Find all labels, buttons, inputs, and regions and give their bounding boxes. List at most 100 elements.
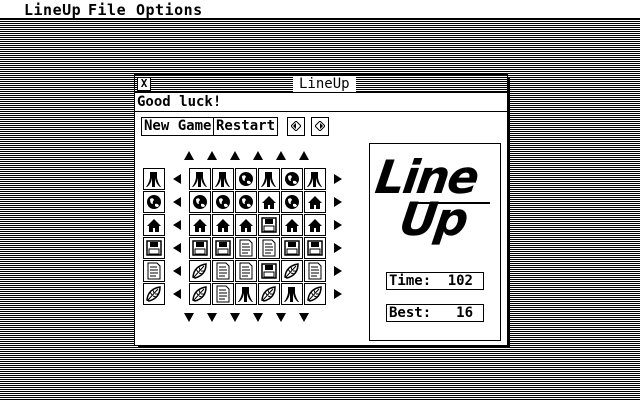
globe-icon	[193, 195, 207, 209]
shift-left-arrow[interactable]	[166, 214, 188, 236]
shift-down-arrow[interactable]	[293, 306, 315, 328]
tile-globe-icon[interactable]	[212, 191, 234, 213]
shift-down-arrow[interactable]	[224, 306, 246, 328]
shift-right-arrow[interactable]	[327, 214, 349, 236]
tile-house-icon[interactable]	[258, 191, 280, 213]
diamond-right-icon	[315, 121, 325, 131]
shift-right-arrow[interactable]	[327, 260, 349, 282]
shift-left-arrow[interactable]	[166, 237, 188, 259]
close-box[interactable]: X	[137, 77, 151, 91]
tile-floppy-disk-icon[interactable]	[304, 237, 326, 259]
tile-leaf-icon[interactable]	[189, 283, 211, 305]
shift-right-arrow[interactable]	[327, 191, 349, 213]
tile-atari-logo-icon[interactable]	[143, 168, 165, 190]
tile-atari-logo-icon[interactable]	[258, 168, 280, 190]
tile-floppy-disk-icon[interactable]	[143, 237, 165, 259]
menu-bar: LineUp File Options	[0, 0, 640, 19]
shift-up-arrow[interactable]	[224, 145, 246, 167]
shift-up-arrow[interactable]	[247, 145, 269, 167]
status-message: Good luck!	[137, 94, 222, 110]
shift-up-arrow[interactable]	[178, 145, 200, 167]
new-game-button[interactable]: New Game	[141, 117, 215, 136]
shift-down-arrow[interactable]	[178, 306, 200, 328]
shift-left-arrow[interactable]	[166, 260, 188, 282]
logo-up: Up	[396, 192, 471, 246]
menu-options[interactable]: Options	[136, 1, 203, 19]
tile-document-icon[interactable]	[235, 237, 257, 259]
house-icon	[239, 219, 253, 232]
tile-floppy-disk-icon[interactable]	[258, 214, 280, 236]
tile-atari-logo-icon[interactable]	[235, 283, 257, 305]
shift-up-arrow[interactable]	[201, 145, 223, 167]
tile-globe-icon[interactable]	[281, 191, 303, 213]
best-label: Best:	[389, 305, 432, 321]
tile-atari-logo-icon[interactable]	[281, 283, 303, 305]
best-value: 16	[456, 305, 473, 321]
tile-house-icon[interactable]	[304, 191, 326, 213]
tile-floppy-disk-icon[interactable]	[258, 260, 280, 282]
tile-atari-logo-icon[interactable]	[212, 168, 234, 190]
document-icon	[147, 262, 161, 280]
score-panel: Line Up Time: 102 Best: 16	[369, 143, 501, 341]
tile-leaf-icon[interactable]	[304, 283, 326, 305]
menu-file[interactable]: File	[88, 1, 126, 19]
shift-down-arrow[interactable]	[247, 306, 269, 328]
shift-up-arrow[interactable]	[293, 145, 315, 167]
atari-logo-icon	[307, 172, 322, 187]
tile-atari-logo-icon[interactable]	[189, 168, 211, 190]
tile-house-icon[interactable]	[212, 214, 234, 236]
tile-floppy-disk-icon[interactable]	[281, 237, 303, 259]
tile-document-icon[interactable]	[212, 283, 234, 305]
atari-logo-icon	[261, 172, 276, 187]
shift-left-arrow[interactable]	[166, 283, 188, 305]
tile-house-icon[interactable]	[304, 214, 326, 236]
tile-leaf-icon[interactable]	[281, 260, 303, 282]
shift-right-arrow[interactable]	[327, 168, 349, 190]
tile-globe-icon[interactable]	[235, 191, 257, 213]
tile-globe-icon[interactable]	[281, 168, 303, 190]
globe-icon	[216, 195, 230, 209]
redo-button[interactable]	[311, 117, 329, 136]
atari-logo-icon	[192, 172, 207, 187]
leaf-icon	[192, 286, 207, 302]
tile-globe-icon[interactable]	[235, 168, 257, 190]
restart-button[interactable]: Restart	[213, 117, 279, 136]
shift-right-arrow[interactable]	[327, 283, 349, 305]
tile-house-icon[interactable]	[189, 214, 211, 236]
leaf-icon	[307, 286, 322, 302]
tile-document-icon[interactable]	[212, 260, 234, 282]
tile-floppy-disk-icon[interactable]	[189, 237, 211, 259]
undo-button[interactable]	[287, 117, 305, 136]
tile-house-icon[interactable]	[235, 214, 257, 236]
tile-document-icon[interactable]	[258, 237, 280, 259]
shift-up-arrow[interactable]	[270, 145, 292, 167]
tile-leaf-icon[interactable]	[189, 260, 211, 282]
tile-house-icon[interactable]	[281, 214, 303, 236]
document-icon	[239, 262, 253, 280]
tile-leaf-icon[interactable]	[258, 283, 280, 305]
document-icon	[239, 239, 253, 257]
floppy-disk-icon	[261, 217, 277, 233]
shift-left-arrow[interactable]	[166, 191, 188, 213]
tile-atari-logo-icon[interactable]	[304, 168, 326, 190]
shift-left-arrow[interactable]	[166, 168, 188, 190]
tile-document-icon[interactable]	[143, 260, 165, 282]
leaf-icon	[192, 263, 207, 279]
house-icon	[147, 219, 161, 232]
tile-document-icon[interactable]	[304, 260, 326, 282]
tile-globe-icon[interactable]	[189, 191, 211, 213]
tile-house-icon[interactable]	[143, 214, 165, 236]
game-board	[143, 145, 359, 335]
window-titlebar[interactable]: X LineUp	[135, 75, 507, 93]
tile-globe-icon[interactable]	[143, 191, 165, 213]
tile-document-icon[interactable]	[235, 260, 257, 282]
shift-down-arrow[interactable]	[201, 306, 223, 328]
leaf-icon	[146, 286, 161, 302]
status-bar: Good luck!	[135, 93, 507, 112]
shift-down-arrow[interactable]	[270, 306, 292, 328]
tile-floppy-disk-icon[interactable]	[212, 237, 234, 259]
shift-right-arrow[interactable]	[327, 237, 349, 259]
menu-lineup[interactable]: LineUp	[24, 1, 81, 19]
time-label: Time:	[389, 273, 432, 289]
tile-leaf-icon[interactable]	[143, 283, 165, 305]
